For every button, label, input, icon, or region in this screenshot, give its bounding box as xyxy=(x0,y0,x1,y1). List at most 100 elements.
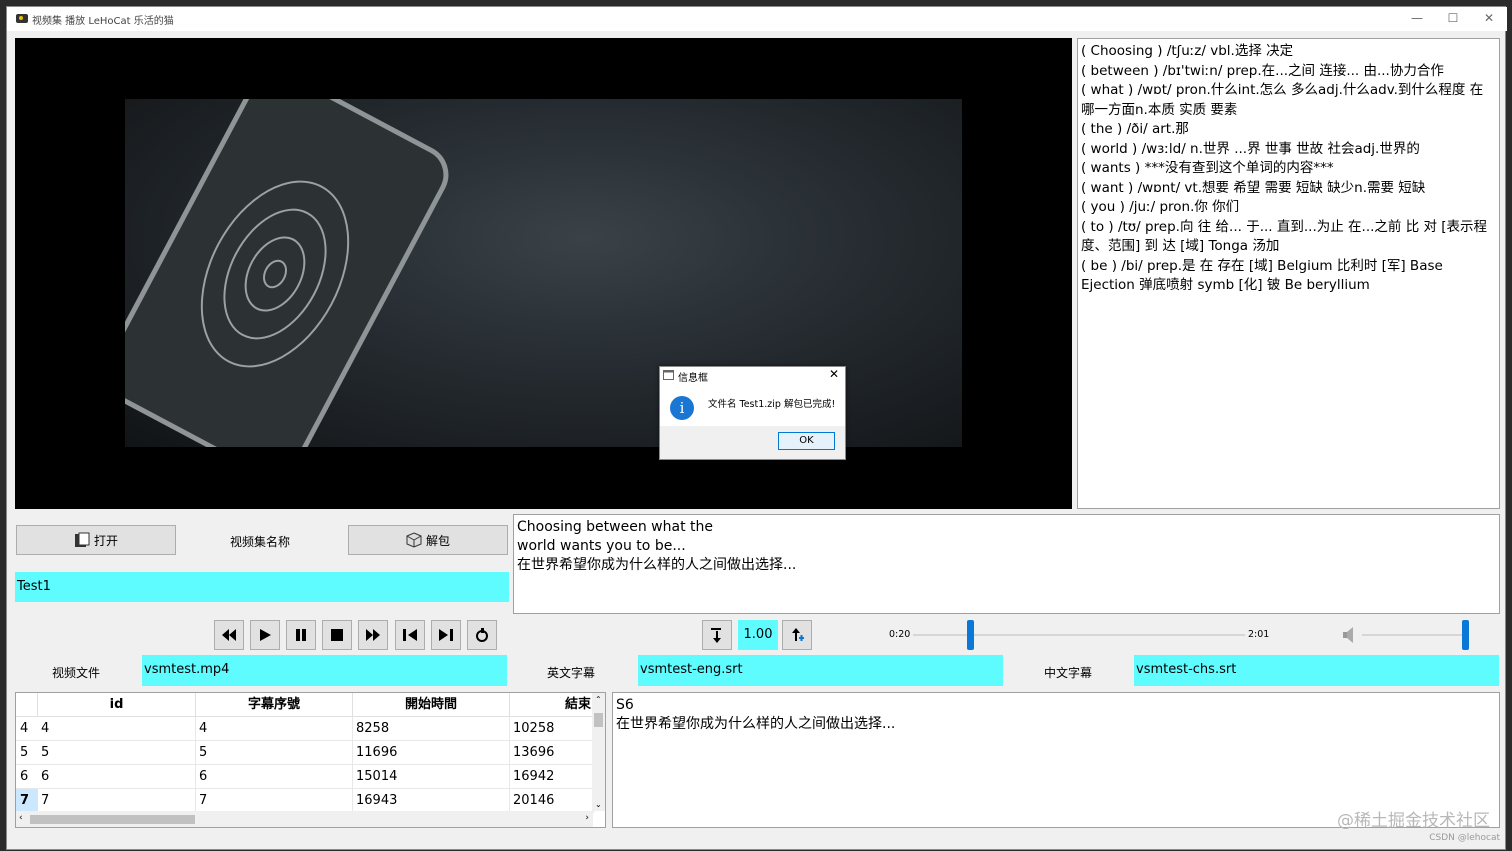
package-icon xyxy=(406,532,422,548)
dict-line: ( world ) /wɜːld/ n.世界 ...界 世事 世故 社会adj.… xyxy=(1081,140,1420,157)
dialog-close-button[interactable]: ✕ xyxy=(829,367,839,381)
rewind-button[interactable] xyxy=(214,620,244,650)
time-current: 0:20 xyxy=(889,629,911,640)
replay-button[interactable] xyxy=(467,620,497,650)
main-window: 视频集 播放 LeHoCat 乐活的猫 — ☐ ✕ ( Choosing ) /… xyxy=(6,6,1507,850)
pause-icon xyxy=(296,629,306,641)
table-cell[interactable]: 6 xyxy=(38,765,196,789)
rewind-icon xyxy=(222,629,236,641)
pause-button[interactable] xyxy=(286,620,316,650)
table-cell[interactable]: 13696 xyxy=(510,741,594,765)
collection-name-label: 视频集名称 xyxy=(230,535,291,549)
table-cell[interactable]: 4 xyxy=(196,717,353,741)
table-header-index[interactable]: 字幕序號 xyxy=(196,693,353,717)
table-header-id[interactable]: id xyxy=(38,693,196,717)
step-forward-icon xyxy=(439,629,453,641)
table-corner xyxy=(16,693,38,717)
table-cell[interactable]: 10258 xyxy=(510,717,594,741)
table-cell[interactable]: 6 xyxy=(196,765,353,789)
table-horizontal-scrollbar[interactable]: ‹ › xyxy=(16,811,593,827)
dialog-message: 文件名 Test1.zip 解包已完成! xyxy=(708,399,836,410)
chinese-subtitle-label: 中文字幕 xyxy=(1044,666,1093,680)
title-bar: 视频集 播放 LeHoCat 乐活的猫 — ☐ ✕ xyxy=(7,7,1507,31)
info-icon: i xyxy=(670,396,694,420)
table-header-end[interactable]: 結束 xyxy=(510,693,594,717)
window-title: 视频集 播放 LeHoCat 乐活的猫 xyxy=(32,16,174,27)
table-header-start[interactable]: 開始時間 xyxy=(353,693,510,717)
dict-line: ( wants ) ***没有查到这个单词的内容*** xyxy=(1081,160,1334,176)
table-cell[interactable]: 7 xyxy=(196,789,353,813)
table-vertical-scrollbar[interactable]: ⌃ ⌄ xyxy=(592,693,605,811)
table-cell[interactable]: 16942 xyxy=(510,765,594,789)
app-icon xyxy=(16,14,28,23)
play-button[interactable] xyxy=(250,620,280,650)
unpack-button[interactable]: 解包 xyxy=(348,525,508,555)
arrow-down-icon xyxy=(711,628,721,643)
shooting-target-image xyxy=(125,99,459,447)
dialog-ok-button[interactable]: OK xyxy=(778,432,835,450)
table-cell[interactable]: 5 xyxy=(196,741,353,765)
collection-name-field[interactable]: Test1 xyxy=(15,572,509,602)
speed-value: 1.00 xyxy=(738,620,778,650)
open-button-label: 打开 xyxy=(93,533,118,548)
subtitle-chinese: 在世界希望你成为什么样的人之间做出选择... xyxy=(517,557,797,573)
speed-down-button[interactable] xyxy=(702,620,732,650)
dict-line: ( want ) /wɒnt/ vt.想要 希望 需要 短缺 缺少n.需要 短缺 xyxy=(1081,179,1426,196)
stop-button[interactable] xyxy=(322,620,352,650)
info-dialog: 信息框 ✕ i 文件名 Test1.zip 解包已完成! OK xyxy=(659,366,846,460)
stop-icon xyxy=(331,629,343,641)
video-player[interactable] xyxy=(15,38,1072,509)
scroll-left-icon[interactable]: ‹ xyxy=(19,813,23,823)
close-button[interactable]: ✕ xyxy=(1471,7,1507,31)
detail-index: S6 xyxy=(616,697,634,713)
maximize-button[interactable]: ☐ xyxy=(1435,7,1471,31)
step-back-icon xyxy=(403,629,417,641)
scroll-thumb-horizontal[interactable] xyxy=(30,815,195,824)
table-cell[interactable]: 20146 xyxy=(510,789,594,813)
play-icon xyxy=(260,629,271,641)
scroll-right-icon[interactable]: › xyxy=(585,813,589,823)
table-cell[interactable]: 4 xyxy=(38,717,196,741)
table-cell[interactable]: 15014 xyxy=(353,765,510,789)
dialog-title: 信息框 xyxy=(678,373,708,384)
next-subtitle-button[interactable] xyxy=(431,620,461,650)
speed-up-button[interactable] xyxy=(782,620,812,650)
dict-line: ( you ) /juː/ pron.你 你们 xyxy=(1081,199,1240,215)
volume-track[interactable] xyxy=(1362,634,1464,636)
table-cell[interactable]: 8258 xyxy=(353,717,510,741)
volume-handle[interactable] xyxy=(1462,620,1469,650)
table-cell[interactable]: 16943 xyxy=(353,789,510,813)
scroll-up-icon[interactable]: ⌃ xyxy=(595,695,602,704)
table-cell[interactable]: 5 xyxy=(38,741,196,765)
table-cell[interactable]: 7 xyxy=(38,789,196,813)
video-file-field[interactable]: vsmtest.mp4 xyxy=(142,655,507,686)
fast-forward-icon xyxy=(366,629,380,641)
open-button[interactable]: 打开 xyxy=(16,525,176,555)
dict-line: ( be ) /bi/ prep.是 在 存在 [域] Belgium 比利时 … xyxy=(1081,257,1443,294)
dict-line: ( what ) /wɒt/ pron.什么int.怎么 多么adj.什么adv… xyxy=(1081,82,1484,118)
watermark: @稀土掘金技术社区 xyxy=(1337,811,1490,831)
dialog-window-icon xyxy=(663,370,674,380)
row-header[interactable]: 7 xyxy=(16,789,38,813)
scroll-thumb[interactable] xyxy=(594,713,603,727)
previous-subtitle-button[interactable] xyxy=(395,620,425,650)
row-header[interactable]: 6 xyxy=(16,765,38,789)
dictionary-panel[interactable]: ( Choosing ) /tʃuːz/ vbl.选择 决定 ( between… xyxy=(1077,38,1500,509)
english-subtitle-field[interactable]: vsmtest-eng.srt xyxy=(638,655,1003,686)
table-cell[interactable]: 11696 xyxy=(353,741,510,765)
detail-text: 在世界希望你成为什么样的人之间做出选择... xyxy=(616,716,896,732)
minimize-button[interactable]: — xyxy=(1399,7,1435,31)
subtitle-table[interactable]: id 字幕序號 開始時間 結束 4 4 4 8258 10258 5 5 5 1… xyxy=(15,692,606,828)
progress-track[interactable] xyxy=(913,634,1245,636)
dict-line: ( the ) /ði/ art.那 xyxy=(1081,121,1189,137)
watermark-small: CSDN @lehocat xyxy=(1429,833,1500,843)
progress-handle[interactable] xyxy=(967,620,974,650)
volume-icon xyxy=(1343,627,1353,643)
chinese-subtitle-field[interactable]: vsmtest-chs.srt xyxy=(1134,655,1499,686)
english-subtitle-label: 英文字幕 xyxy=(547,666,596,680)
row-header[interactable]: 5 xyxy=(16,741,38,765)
row-header[interactable]: 4 xyxy=(16,717,38,741)
time-total: 2:01 xyxy=(1248,629,1270,640)
fast-forward-button[interactable] xyxy=(358,620,388,650)
scroll-down-icon[interactable]: ⌄ xyxy=(595,800,602,809)
